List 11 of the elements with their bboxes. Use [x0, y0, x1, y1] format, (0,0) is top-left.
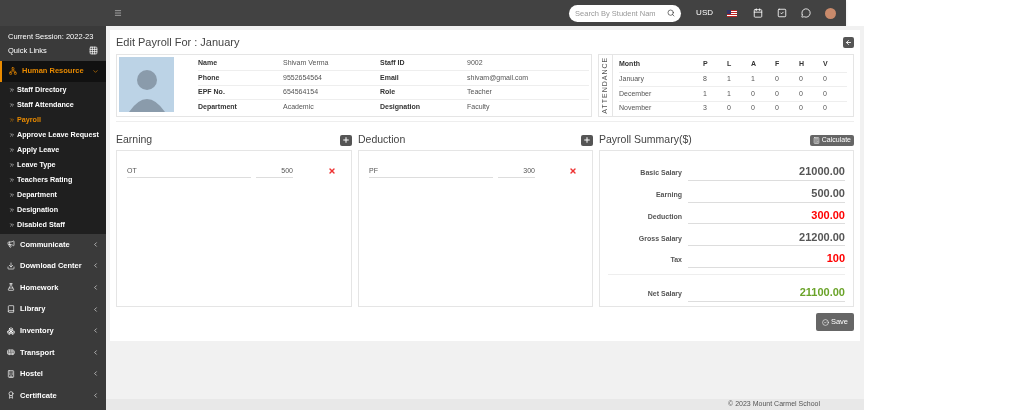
page-title: Edit Payroll For : January: [116, 34, 240, 50]
section-title: Deduction: [358, 132, 406, 148]
summary-value: 500.00: [688, 185, 845, 203]
summary-value: 21200.00: [688, 228, 845, 247]
summary-value: 21000.00: [688, 163, 845, 181]
summary-value: 21100.00: [688, 284, 845, 302]
section-title: Payroll Summary($): [599, 132, 692, 148]
currency-label[interactable]: USD: [696, 7, 713, 19]
summary-value: 100: [688, 250, 845, 268]
summary-value: 300.00: [688, 206, 845, 225]
section-title: Earning: [116, 132, 153, 148]
